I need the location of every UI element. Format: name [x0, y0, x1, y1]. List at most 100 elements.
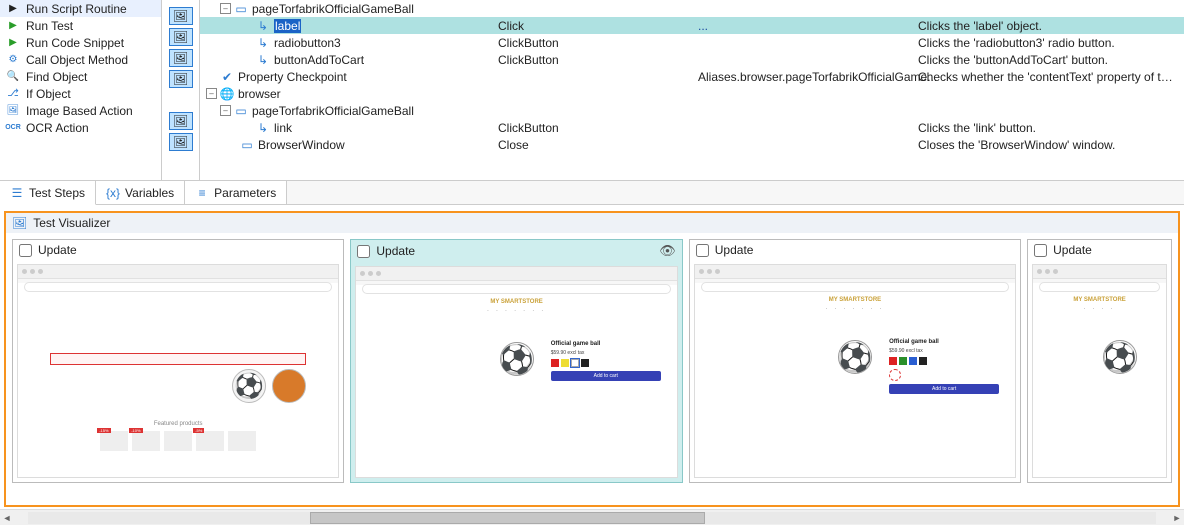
collapse-icon[interactable]: –	[220, 3, 231, 14]
update-checkbox[interactable]	[696, 244, 709, 257]
update-checkbox[interactable]	[357, 245, 370, 258]
tree-row[interactable]: – 🌐 browser	[200, 85, 1184, 102]
add-to-cart-button: Add to cart	[551, 371, 661, 381]
tree-row[interactable]: – ▭ pageTorfabrikOfficialGameBall	[200, 0, 1184, 17]
action-image-based[interactable]: 🖼Image Based Action	[0, 102, 161, 119]
actions-panel: ▶Run Script Routine ▶ Run Test ▶ Run Code …	[0, 0, 162, 180]
visualizer-frame[interactable]: Update MY SMARTSTORE · · · ·	[1027, 239, 1172, 483]
tree-row[interactable]: ↳ buttonAddToCart ClickButton Clicks the…	[200, 51, 1184, 68]
node-name: label	[274, 19, 498, 33]
scroll-left-button[interactable]: ◄	[0, 511, 14, 525]
collapse-icon[interactable]: –	[206, 88, 217, 99]
param-icon: ≡	[195, 186, 209, 200]
tab-label: Test Steps	[29, 186, 85, 200]
nav-line: · · · ·	[1084, 306, 1116, 312]
store-logo: MY SMARTSTORE	[1073, 297, 1125, 303]
node-name: BrowserWindow	[258, 138, 498, 152]
visualizer-frame[interactable]: Update ⚽ Featured products -15% -10%	[12, 239, 344, 483]
eye-icon[interactable]: 👁	[659, 243, 676, 259]
tree-row[interactable]: ↳ link ClickButton Clicks the 'link' but…	[200, 119, 1184, 136]
visualizer-frame[interactable]: Update MY SMARTSTORE · · · · · · · Offic…	[689, 239, 1021, 483]
thumb-icon[interactable]: 🖼	[169, 28, 193, 46]
node-description: Clicks the 'link' button.	[918, 121, 1184, 135]
screenshot-thumb: MY SMARTSTORE · · · · · · · Official gam…	[355, 266, 677, 478]
collapse-icon[interactable]: –	[220, 105, 231, 116]
node-description: Closes the 'BrowserWindow' window.	[918, 138, 1184, 152]
list-icon: ☰	[10, 186, 24, 200]
tab-label: Parameters	[214, 186, 276, 200]
update-label: Update	[715, 243, 754, 257]
thumb-icon[interactable]: 🖼	[169, 70, 193, 88]
update-label: Update	[1053, 243, 1092, 257]
update-label: Update	[376, 244, 415, 258]
action-icon: ↳	[256, 19, 270, 33]
tree-row-selected[interactable]: ↳ label Click ... Clicks the 'label' obj…	[200, 17, 1184, 34]
action-label: OCR Action	[26, 121, 89, 135]
tree-row[interactable]: – ▭ pageTorfabrikOfficialGameBall	[200, 102, 1184, 119]
update-checkbox[interactable]	[1034, 244, 1047, 257]
node-operation: ClickButton	[498, 121, 698, 135]
screenshot-thumb: ⚽ Featured products -15% -10% -5%	[17, 264, 339, 478]
bottom-tabs: ☰ Test Steps {x}Variables ≡ Parameters	[0, 180, 1184, 205]
node-description: Clicks the 'label' object.	[918, 19, 1184, 33]
visualizer-title-bar: 🖼 Test Visualizer	[6, 213, 1178, 233]
tab-variables[interactable]: {x}Variables	[96, 181, 185, 204]
page-icon: ▭	[234, 2, 248, 16]
action-run-script-routine[interactable]: ▶Run Script Routine	[0, 0, 161, 17]
action-icon: ↳	[256, 36, 270, 50]
ocr-icon: OCR	[6, 121, 20, 135]
action-call-object-method[interactable]: ⚙Call Object Method	[0, 51, 161, 68]
action-find-object[interactable]: 🔍Find Object	[0, 68, 161, 85]
node-name: radiobutton3	[274, 36, 498, 50]
action-label: Run Script Routine	[26, 2, 127, 16]
thumb-icon[interactable]: 🖼	[169, 133, 193, 151]
scroll-track[interactable]	[28, 512, 1156, 524]
test-visualizer-panel: 🖼 Test Visualizer Update ⚽ Featured	[4, 211, 1180, 507]
visualizer-frame-selected[interactable]: Update 👁 MY SMARTSTORE · · · · · · · Off…	[350, 239, 682, 483]
soccer-ball-icon	[1103, 340, 1137, 374]
thumb-icon[interactable]: 🖼	[169, 7, 193, 25]
action-icon: ↳	[256, 53, 270, 67]
node-operation: Click	[498, 19, 698, 33]
tree-row[interactable]: ↳ radiobutton3 ClickButton Clicks the 'r…	[200, 34, 1184, 51]
tree-row[interactable]: ✔ Property Checkpoint Aliases.browser.pa…	[200, 68, 1184, 85]
node-value[interactable]: ...	[698, 19, 918, 33]
action-if-object[interactable]: ⎇If Object	[0, 85, 161, 102]
action-label: Run Code Snippet	[26, 36, 124, 50]
thumb-icon[interactable]: 🖼	[169, 49, 193, 67]
product-price: $59.90 excl tax	[889, 348, 999, 354]
product-price: $59.90 excl tax	[551, 350, 661, 356]
update-label: Update	[38, 243, 77, 257]
action-label: Image Based Action	[26, 104, 133, 118]
node-name: Property Checkpoint	[238, 70, 498, 84]
browser-icon: 🌐	[220, 87, 234, 101]
scroll-thumb[interactable]	[310, 512, 705, 524]
branch-icon: ⎇	[6, 87, 20, 101]
node-operation: Close	[498, 138, 698, 152]
action-run-code-snippet[interactable]: ▶ Run Code Snippet	[0, 34, 161, 51]
nav-line: · · · · · · ·	[825, 306, 884, 312]
window-icon: ▭	[240, 138, 254, 152]
action-run-test[interactable]: ▶ Run Test	[0, 17, 161, 34]
product-title: Official game ball	[889, 339, 999, 345]
node-operation: ClickButton	[498, 36, 698, 50]
tab-test-steps[interactable]: ☰ Test Steps	[0, 181, 96, 205]
product-card: Official game ball $59.90 excl tax Add t…	[551, 341, 661, 381]
scroll-right-button[interactable]: ►	[1170, 511, 1184, 525]
update-checkbox[interactable]	[19, 244, 32, 257]
thumb-icon[interactable]: 🖼	[169, 112, 193, 130]
panel-title: Test Visualizer	[33, 216, 110, 230]
action-ocr[interactable]: OCR OCR Action	[0, 119, 161, 136]
play-icon: ▶	[6, 36, 20, 50]
action-label: Run Test	[26, 19, 73, 33]
tab-label: Variables	[125, 186, 174, 200]
action-label: Call Object Method	[26, 53, 128, 67]
play-icon: ▶	[6, 19, 20, 33]
horizontal-scrollbar[interactable]: ◄ ►	[0, 509, 1184, 525]
tree-row[interactable]: ▭ BrowserWindow Close Closes the 'Browse…	[200, 136, 1184, 153]
product-card: Official game ball $59.90 excl tax Add t…	[889, 339, 999, 394]
soccer-ball-icon	[500, 342, 534, 376]
node-name: pageTorfabrikOfficialGameBall	[252, 2, 542, 16]
page-icon: ▭	[234, 104, 248, 118]
tab-parameters[interactable]: ≡ Parameters	[185, 181, 287, 204]
